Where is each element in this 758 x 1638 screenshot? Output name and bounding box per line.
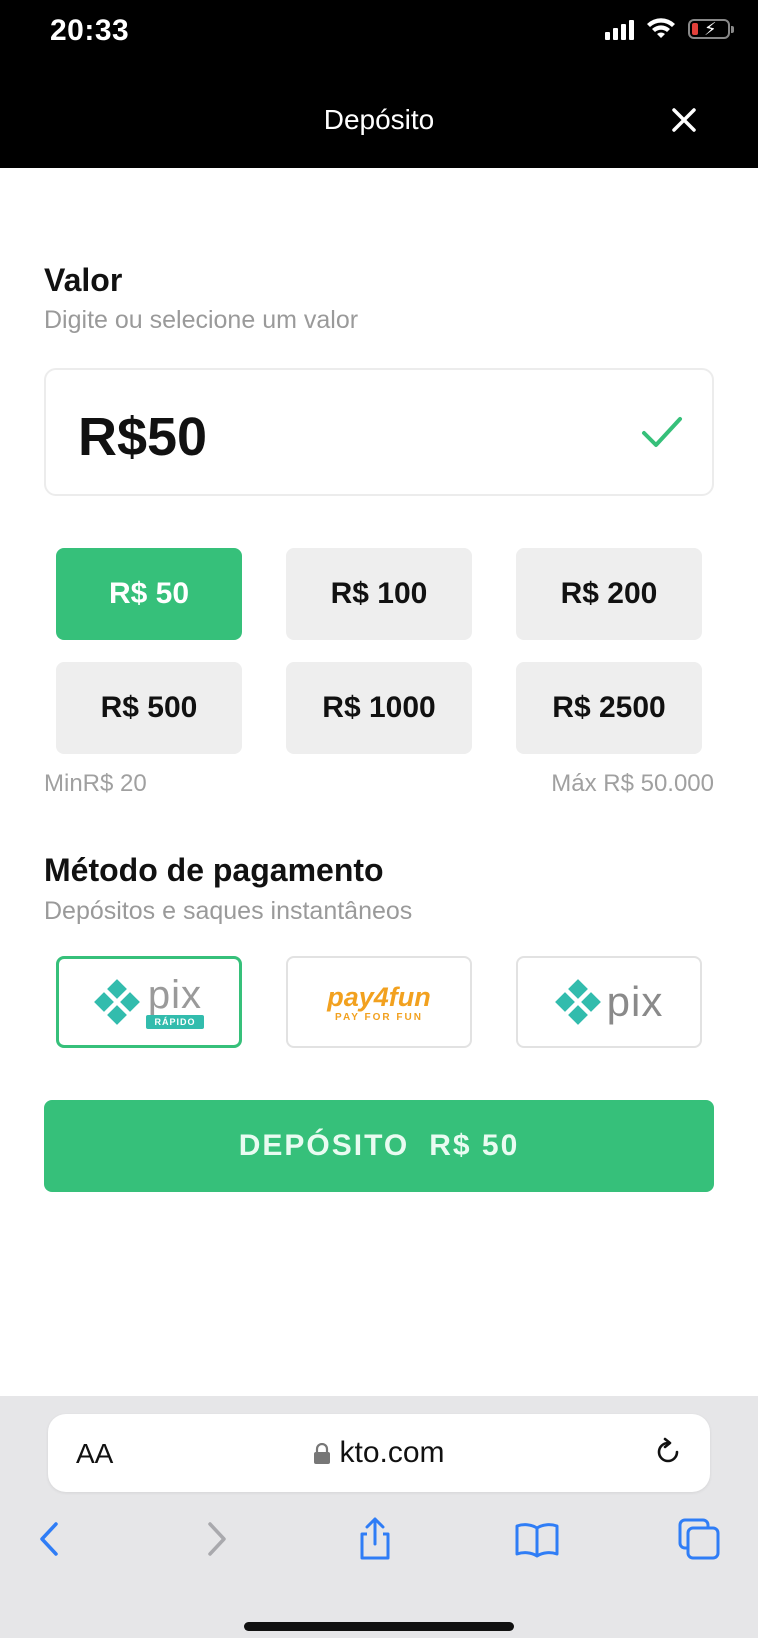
amount-value[interactable]: R$50	[78, 406, 207, 468]
pix-logo-icon	[94, 979, 141, 1025]
check-icon	[642, 417, 682, 447]
deposit-button-label: DEPÓSITO	[238, 1129, 410, 1162]
bookmarks-icon[interactable]	[512, 1514, 562, 1564]
max-limit: Máx R$ 50.000	[551, 770, 714, 797]
home-indicator	[244, 1622, 514, 1631]
amount-chip-1000[interactable]: R$ 1000	[286, 662, 472, 754]
pix-logo-icon	[554, 979, 601, 1025]
deposit-button-amount: R$ 50	[429, 1129, 520, 1162]
wifi-icon	[647, 18, 675, 38]
tabs-icon[interactable]	[674, 1514, 724, 1564]
amount-input[interactable]: R$50	[44, 368, 714, 496]
value-subtitle: Digite ou selecione um valor	[44, 306, 359, 334]
status-time: 20:33	[50, 14, 130, 47]
browser-toolbar: AA kto.com	[0, 1396, 758, 1638]
min-limit: MinR$ 20	[44, 770, 147, 797]
forward-icon[interactable]	[190, 1514, 240, 1564]
value-title: Valor	[44, 262, 123, 298]
close-button[interactable]	[664, 100, 704, 140]
payment-method-pay4fun[interactable]: pay4fun PAY FOR FUN	[286, 956, 472, 1048]
reload-icon[interactable]	[650, 1434, 686, 1470]
battery-icon: ⚡	[688, 19, 734, 39]
payment-method-pix-rapido[interactable]: pix RÁPIDO	[56, 956, 242, 1048]
pay4fun-tagline: PAY FOR FUN	[335, 1011, 423, 1023]
deposit-button[interactable]: DEPÓSITO R$ 50	[44, 1100, 714, 1192]
address-bar[interactable]: AA kto.com	[48, 1414, 710, 1492]
back-icon[interactable]	[26, 1514, 76, 1564]
lock-icon	[314, 1443, 331, 1465]
payment-subtitle: Depósitos e saques instantâneos	[44, 897, 413, 925]
amount-chip-100[interactable]: R$ 100	[286, 548, 472, 640]
amount-chip-500[interactable]: R$ 500	[56, 662, 242, 754]
amount-chip-50[interactable]: R$ 50	[56, 548, 242, 640]
url-text: kto.com	[339, 1436, 445, 1469]
status-icons: ⚡	[605, 18, 734, 40]
pix-rapido-tag: RÁPIDO	[146, 1015, 204, 1029]
payment-title: Método de pagamento	[44, 852, 384, 888]
payment-method-pix[interactable]: pix	[516, 956, 702, 1048]
amount-chip-200[interactable]: R$ 200	[516, 548, 702, 640]
url-display[interactable]: kto.com	[48, 1436, 710, 1470]
close-icon[interactable]	[670, 106, 698, 134]
signal-icon	[605, 18, 634, 40]
page-title: Depósito	[323, 104, 435, 135]
pix-wordmark: pix	[606, 978, 664, 1025]
pay4fun-logo: pay4fun	[327, 981, 431, 1012]
top-bar: 20:33 ⚡ Depósito	[0, 0, 758, 168]
pix-wordmark: pix	[147, 973, 203, 1017]
share-icon[interactable]	[350, 1514, 400, 1564]
amount-chip-2500[interactable]: R$ 2500	[516, 662, 702, 754]
